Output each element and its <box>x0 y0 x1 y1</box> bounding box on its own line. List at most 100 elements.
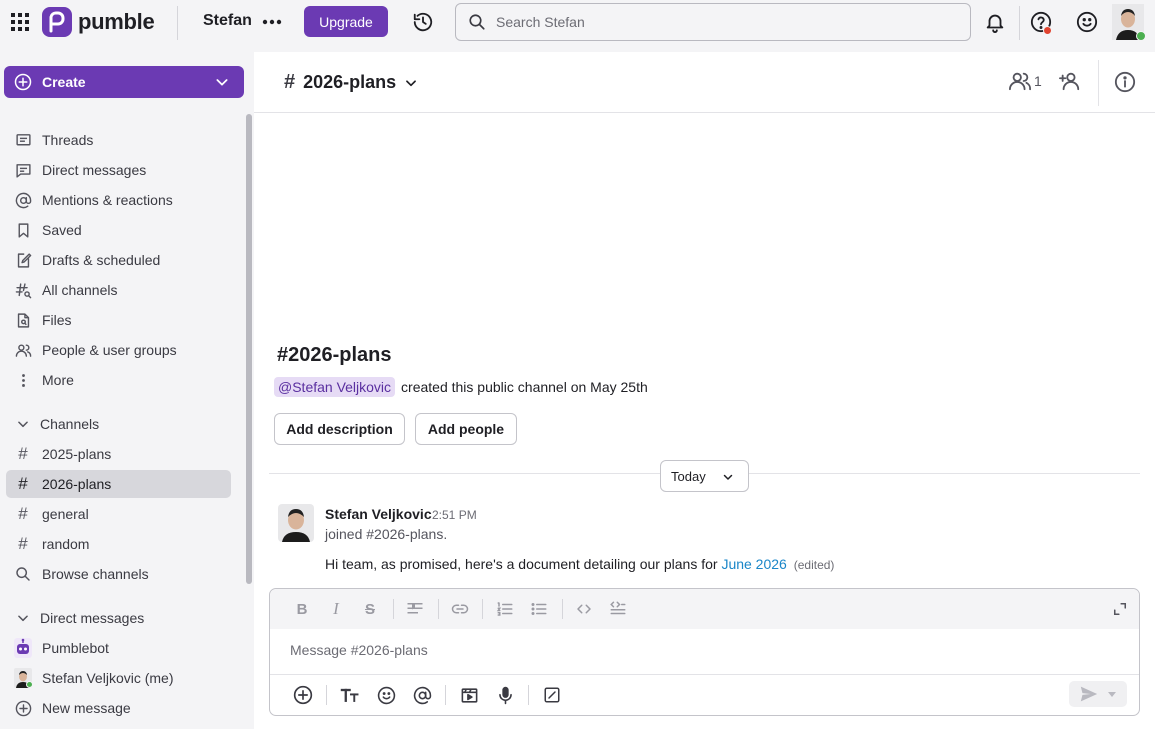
strikethrough-icon[interactable]: S <box>361 600 379 618</box>
pumble-logo[interactable]: pumble <box>42 7 155 37</box>
sidebar-item-threads[interactable]: Threads <box>6 126 231 154</box>
emoji-icon[interactable] <box>1076 11 1098 33</box>
hash-icon: # <box>18 534 28 553</box>
channel-label: 2025-plans <box>42 446 112 462</box>
sidebar-new-message[interactable]: New message <box>6 694 231 722</box>
schedule-send-chevron-icon[interactable] <box>1107 690 1117 698</box>
hash-icon: # <box>18 504 28 523</box>
text-format-icon[interactable] <box>340 685 360 705</box>
plus-circle-icon[interactable] <box>293 685 313 705</box>
sidebar-channel-general[interactable]: # general <box>6 500 231 528</box>
bullet-list-icon[interactable] <box>530 600 548 618</box>
message-timestamp[interactable]: 2:51 PM <box>432 508 477 522</box>
send-icon[interactable] <box>1079 685 1099 703</box>
sidebar-browse-channels[interactable]: Browse channels <box>6 560 231 588</box>
sidebar-dm-pumblebot[interactable]: Pumblebot <box>6 634 231 662</box>
sidebar-item-more[interactable]: More <box>6 366 231 394</box>
message-composer: B I S <box>269 588 1140 716</box>
sidebar-item-people-user-groups[interactable]: People & user groups <box>6 336 231 364</box>
user-avatar <box>14 668 33 688</box>
quote-icon[interactable] <box>406 600 424 618</box>
channel-title[interactable]: # 2026-plans <box>284 71 418 94</box>
info-icon[interactable] <box>1114 71 1136 93</box>
sidebar-scrollbar[interactable] <box>246 114 252 584</box>
direct-messages-section-header[interactable]: Direct messages <box>6 604 231 632</box>
video-clip-icon[interactable] <box>459 685 479 705</box>
divider <box>393 599 394 619</box>
expand-icon[interactable] <box>1111 600 1129 618</box>
italic-icon[interactable]: I <box>327 599 345 618</box>
sidebar-item-label: All channels <box>42 282 118 298</box>
channel-label: random <box>42 536 90 552</box>
divider <box>445 685 446 705</box>
sidebar-item-label: Mentions & reactions <box>42 192 173 208</box>
channels-section-header[interactable]: Channels <box>6 410 231 438</box>
add-description-button[interactable]: Add description <box>274 413 405 445</box>
sidebar-channel-random[interactable]: # random <box>6 530 231 558</box>
add-people-button[interactable]: Add people <box>415 413 517 445</box>
search-box[interactable] <box>455 3 971 41</box>
emoji-icon[interactable] <box>376 685 396 705</box>
divider <box>482 599 483 619</box>
mention-icon[interactable] <box>412 685 432 705</box>
channel-intro-title: #2026-plans <box>277 344 392 367</box>
sidebar-item-mentions-reactions[interactable]: Mentions & reactions <box>6 186 231 214</box>
code-block-icon[interactable] <box>609 600 627 618</box>
history-icon[interactable] <box>412 11 434 33</box>
channel-view: # 2026-plans 1 #2026-plans @Stefan Veljk… <box>254 52 1155 729</box>
chevron-down-icon[interactable] <box>214 74 230 90</box>
channel-label: 2026-plans <box>42 476 112 492</box>
search-input[interactable] <box>496 14 936 30</box>
add-person-icon[interactable] <box>1058 70 1082 92</box>
create-button[interactable]: Create <box>4 66 244 98</box>
sidebar-dm-self[interactable]: Stefan Veljkovic (me) <box>6 664 231 692</box>
sidebar-item-label: Files <box>42 312 72 328</box>
user-avatar[interactable] <box>1112 4 1146 41</box>
draft-icon <box>14 251 32 269</box>
channels-search-icon <box>14 281 32 299</box>
slash-command-icon[interactable] <box>542 685 562 705</box>
microphone-icon[interactable] <box>495 685 515 705</box>
day-divider-pill[interactable]: Today <box>660 460 749 492</box>
divider <box>438 599 439 619</box>
intro-description: created this public channel on May 25th <box>401 379 648 395</box>
search-icon <box>468 13 486 31</box>
divider <box>177 6 178 40</box>
sidebar-item-files[interactable]: Files <box>6 306 231 334</box>
numbered-list-icon[interactable] <box>496 600 514 618</box>
edited-label: (edited) <box>793 558 835 572</box>
members-button[interactable]: 1 <box>1006 70 1042 92</box>
apps-grid-icon[interactable] <box>10 12 30 32</box>
day-label: Today <box>671 468 706 484</box>
workspace-name[interactable]: Stefan <box>203 12 252 30</box>
hash-icon: # <box>284 71 296 93</box>
intro-channel-name: 2026-plans <box>288 344 392 366</box>
sidebar-item-drafts-scheduled[interactable]: Drafts & scheduled <box>6 246 231 274</box>
plus-circle-icon <box>14 73 32 91</box>
more-dots-icon[interactable] <box>262 13 282 31</box>
sidebar-item-all-channels[interactable]: All channels <box>6 276 231 304</box>
bell-icon[interactable] <box>984 11 1006 33</box>
upgrade-button[interactable]: Upgrade <box>304 6 388 37</box>
sidebar-channel-2026-plans[interactable]: # 2026-plans <box>6 470 231 498</box>
message-link[interactable]: June 2026 <box>721 556 786 572</box>
message-avatar[interactable] <box>278 504 314 542</box>
bold-icon[interactable]: B <box>293 600 311 618</box>
message-author[interactable]: Stefan Veljkovic <box>325 506 432 522</box>
message-text: Hi team, as promised, here's a document … <box>325 556 718 572</box>
user-mention[interactable]: @Stefan Veljkovic <box>274 377 396 397</box>
pumble-logo-icon <box>42 7 72 37</box>
sidebar-channel-2025-plans[interactable]: # 2025-plans <box>6 440 231 468</box>
channel-intro-text: @Stefan Veljkovic created this public ch… <box>274 377 648 397</box>
channel-label: general <box>42 506 89 522</box>
sidebar-item-saved[interactable]: Saved <box>6 216 231 244</box>
hash-icon: # <box>18 474 28 493</box>
link-icon[interactable] <box>451 600 469 618</box>
chevron-down-icon <box>722 471 734 483</box>
dm-label: Stefan Veljkovic (me) <box>42 670 174 686</box>
threads-icon <box>14 131 32 149</box>
code-icon[interactable] <box>575 600 593 618</box>
sidebar-item-direct-messages[interactable]: Direct messages <box>6 156 231 184</box>
top-bar: pumble Stefan Upgrade <box>0 0 1155 44</box>
message-input[interactable] <box>290 642 1110 658</box>
